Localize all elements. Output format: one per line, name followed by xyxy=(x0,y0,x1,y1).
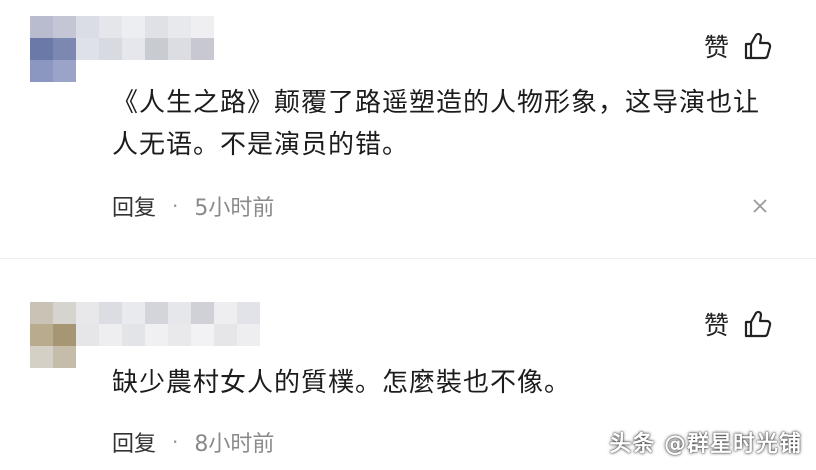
avatar[interactable] xyxy=(30,16,214,82)
thumbs-up-icon[interactable] xyxy=(742,30,774,62)
like-label: 赞 xyxy=(703,311,730,340)
reply-button[interactable]: 回复 xyxy=(112,190,156,222)
comment-meta: 回复 · 5小时前 xyxy=(112,190,274,222)
meta-separator: · xyxy=(172,430,179,454)
reply-button[interactable]: 回复 xyxy=(112,426,156,458)
comment-text: 《人生之路》颠覆了路遥塑造的人物形象，这导演也让人无语。不是演员的错。 xyxy=(112,88,761,160)
divider xyxy=(0,258,816,259)
like-control[interactable]: 赞 xyxy=(704,306,774,342)
watermark: 头条 @群星时光铺 xyxy=(609,432,802,457)
close-icon[interactable] xyxy=(752,198,768,214)
comment-meta: 回复 · 8小时前 xyxy=(112,426,274,458)
comment-text: 缺少農村女人的質樸。怎麼裝也不像。 xyxy=(112,368,572,398)
like-control[interactable]: 赞 xyxy=(704,28,774,64)
avatar[interactable] xyxy=(30,302,260,368)
comment-item: 赞 《人生之路》颠覆了路遥塑造的人物形象，这导演也让人无语。不是演员的错。 回复… xyxy=(0,0,816,240)
thumbs-up-icon[interactable] xyxy=(742,308,774,340)
comment-time: 8小时前 xyxy=(194,432,275,457)
comment-time: 5小时前 xyxy=(194,196,275,221)
like-label: 赞 xyxy=(703,33,730,62)
meta-separator: · xyxy=(172,194,179,218)
